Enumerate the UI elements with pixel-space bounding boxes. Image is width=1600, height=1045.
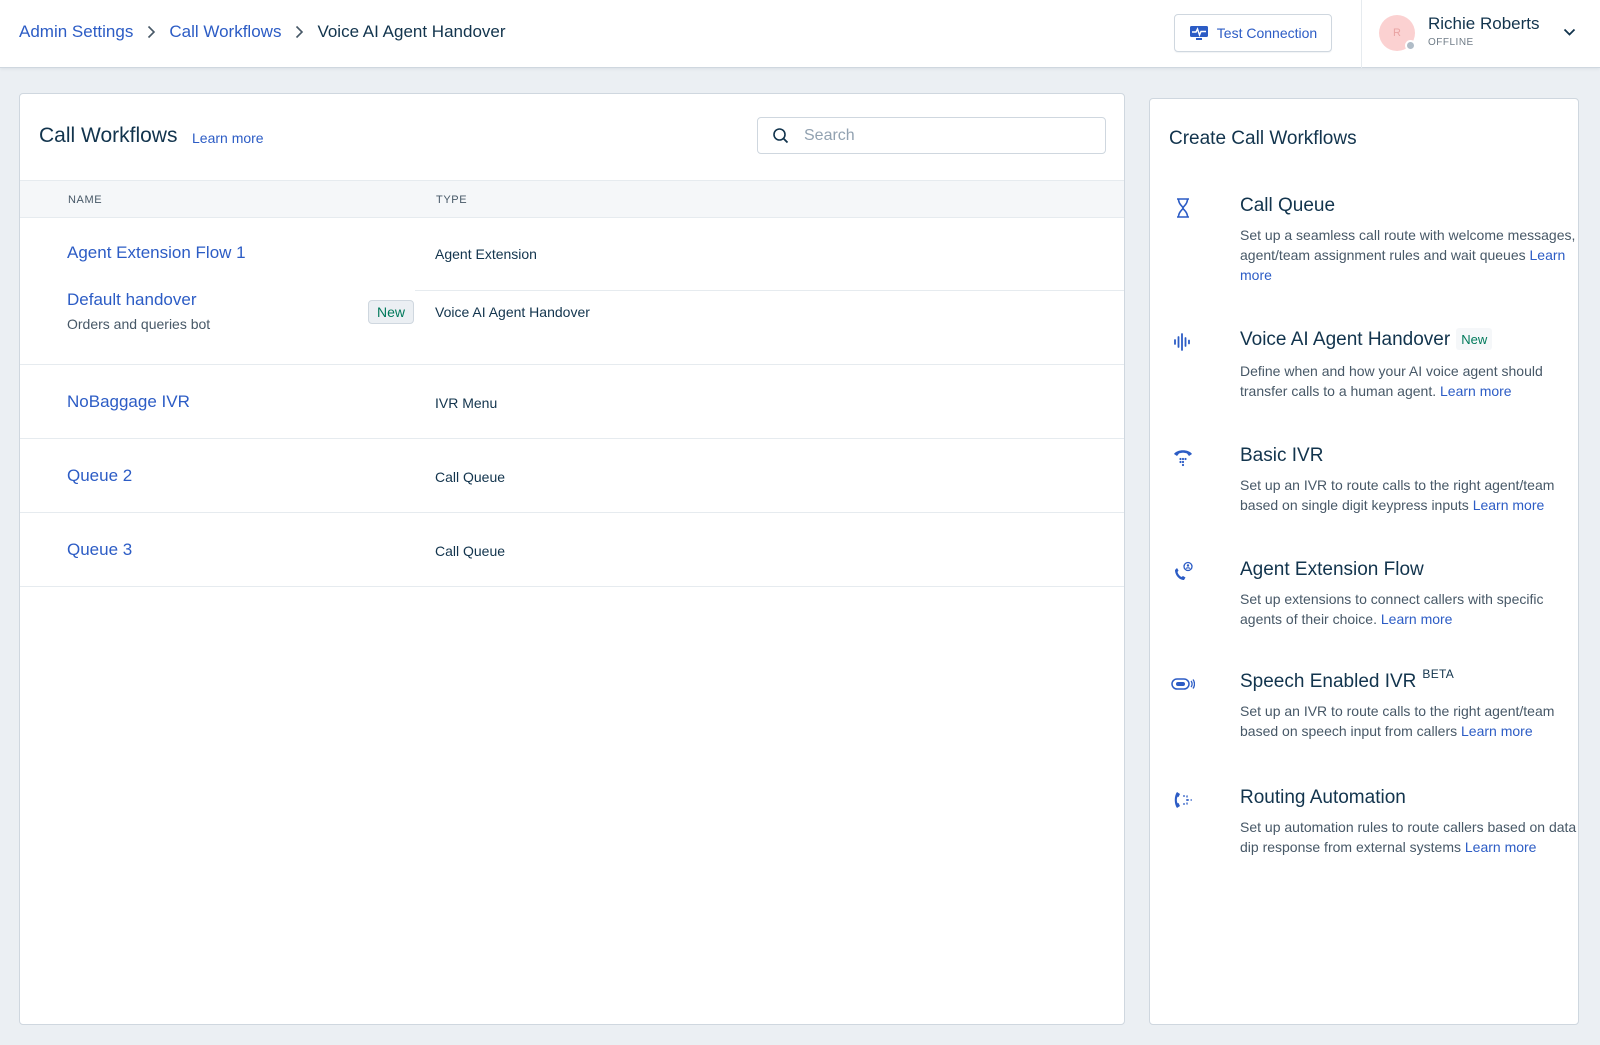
- workflow-type: Voice AI Agent Handover: [435, 304, 590, 320]
- user-status: OFFLINE: [1428, 37, 1474, 48]
- voice-wave-icon: [1169, 329, 1197, 355]
- create-routing-automation-option[interactable]: Routing Automation Set up automation rul…: [1169, 787, 1576, 879]
- create-agent-extension-option[interactable]: Agent Extension Flow Set up extensions t…: [1169, 559, 1569, 631]
- breadcrumb: Admin Settings Call Workflows Voice AI A…: [19, 22, 506, 42]
- test-connection-button[interactable]: Test Connection: [1174, 14, 1332, 52]
- workflow-name-link[interactable]: Agent Extension Flow 1: [67, 243, 246, 263]
- beta-label: BETA: [1422, 667, 1455, 681]
- workflow-type: IVR Menu: [435, 395, 498, 411]
- new-badge: New: [1456, 328, 1493, 350]
- workflow-name-link[interactable]: Default handover: [67, 290, 196, 310]
- chevron-down-icon[interactable]: [1563, 24, 1576, 42]
- breadcrumb-call-workflows[interactable]: Call Workflows: [169, 22, 281, 42]
- column-header-type: TYPE: [436, 194, 468, 206]
- workflow-name-link[interactable]: Queue 3: [67, 540, 132, 560]
- test-connection-label: Test Connection: [1216, 25, 1318, 41]
- create-speech-ivr-option[interactable]: Speech Enabled IVR BETA Set up an IVR to…: [1169, 667, 1569, 745]
- page-title: Call Workflows: [39, 124, 178, 147]
- option-description: Set up an IVR to route calls to the righ…: [1240, 477, 1555, 513]
- top-bar: Admin Settings Call Workflows Voice AI A…: [0, 0, 1600, 68]
- workflow-subtitle: Orders and queries bot: [67, 316, 211, 332]
- option-title: Routing Automation: [1240, 787, 1406, 808]
- option-description: Set up automation rules to route callers…: [1240, 819, 1577, 855]
- user-name[interactable]: Richie Roberts: [1428, 14, 1540, 34]
- learn-more-link[interactable]: Learn more: [1473, 497, 1545, 513]
- breadcrumb-current: Voice AI Agent Handover: [317, 22, 506, 41]
- option-description: Set up extensions to connect callers wit…: [1240, 591, 1544, 627]
- search-input[interactable]: [804, 126, 1094, 145]
- option-description: Set up a seamless call route with welcom…: [1240, 227, 1576, 283]
- learn-more-link[interactable]: Learn more: [1465, 839, 1537, 855]
- workflow-type: Call Queue: [435, 469, 506, 485]
- workflow-name-link[interactable]: NoBaggage IVR: [67, 392, 190, 412]
- create-workflows-panel: Create Call Workflows Call Queue Set up …: [1149, 98, 1579, 1025]
- learn-more-link[interactable]: Learn more: [1440, 383, 1512, 399]
- option-title: Agent Extension Flow: [1240, 559, 1424, 580]
- workflow-type: Call Queue: [435, 543, 506, 559]
- table-row[interactable]: Agent Extension Flow 1 Agent Extension: [20, 218, 1124, 290]
- chevron-right-icon: [133, 25, 169, 39]
- create-voice-ai-handover-option[interactable]: Voice AI Agent Handover New Define when …: [1169, 328, 1569, 405]
- monitor-pulse-icon: [1189, 25, 1209, 41]
- phone-agent-icon: [1169, 559, 1197, 585]
- option-description: Set up an IVR to route calls to the righ…: [1240, 703, 1555, 739]
- learn-more-link[interactable]: Learn more: [1381, 611, 1453, 627]
- new-badge: New: [368, 300, 414, 324]
- search-icon: [772, 127, 790, 145]
- routing-icon: [1169, 787, 1197, 813]
- chevron-right-icon: [281, 25, 317, 39]
- option-title: Call Queue: [1240, 195, 1336, 216]
- table-row[interactable]: Queue 2 Call Queue: [20, 439, 1124, 513]
- table-header: NAME TYPE: [20, 180, 1124, 218]
- workflow-type: Agent Extension: [435, 246, 537, 262]
- column-header-name: NAME: [68, 194, 103, 206]
- learn-more-link[interactable]: Learn more: [1461, 723, 1533, 739]
- learn-more-link[interactable]: Learn more: [192, 130, 264, 146]
- table-row[interactable]: NoBaggage IVR IVR Menu: [20, 365, 1124, 439]
- create-call-queue-option[interactable]: Call Queue Set up a seamless call route …: [1169, 195, 1575, 285]
- breadcrumb-admin-settings[interactable]: Admin Settings: [19, 22, 133, 42]
- hourglass-icon: [1169, 195, 1197, 221]
- option-title: Speech Enabled IVR BETA: [1240, 667, 1455, 692]
- presence-status-dot: [1405, 40, 1416, 51]
- option-description: Define when and how your AI voice agent …: [1240, 363, 1543, 399]
- search-box[interactable]: [757, 117, 1106, 154]
- header-divider: [1361, 0, 1362, 68]
- option-title: Basic IVR: [1240, 445, 1324, 466]
- panel-title: Create Call Workflows: [1169, 128, 1357, 149]
- workflow-name-link[interactable]: Queue 2: [67, 466, 132, 486]
- table-row[interactable]: Default handover Orders and queries bot …: [20, 290, 1124, 365]
- call-workflows-card: Call Workflows Learn more NAME TYPE Agen…: [19, 93, 1125, 1025]
- phone-keypad-icon: [1169, 445, 1197, 471]
- speech-ivr-icon: [1169, 671, 1197, 697]
- option-title: Voice AI Agent Handover New: [1240, 328, 1493, 351]
- table-row[interactable]: Queue 3 Call Queue: [20, 513, 1124, 587]
- create-basic-ivr-option[interactable]: Basic IVR Set up an IVR to route calls t…: [1169, 445, 1569, 517]
